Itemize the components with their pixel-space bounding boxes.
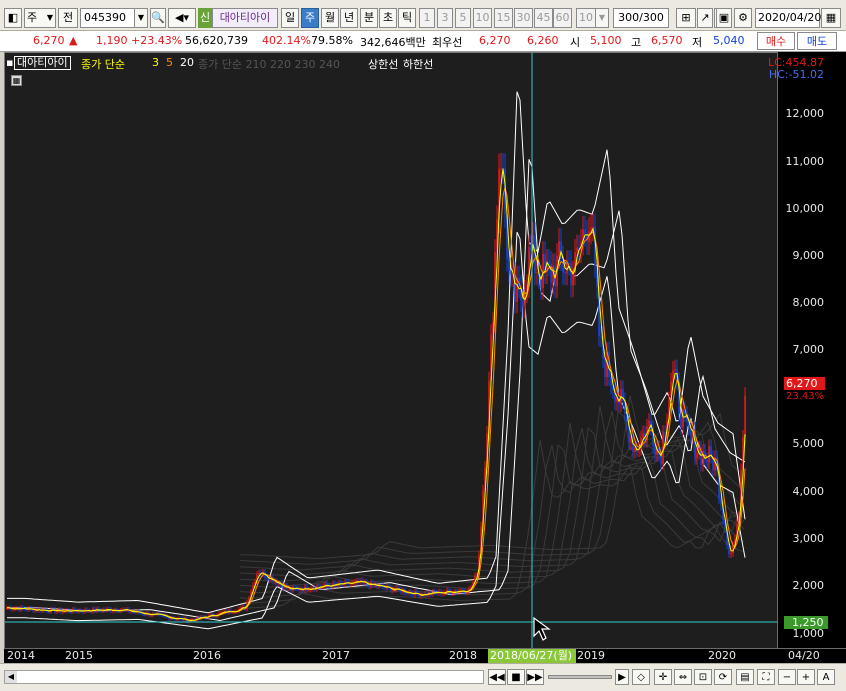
candle-body <box>572 272 574 286</box>
zoom-in-icon[interactable]: + <box>797 669 815 685</box>
candle-body <box>604 358 606 377</box>
upper-band-line <box>7 91 746 614</box>
candle-body <box>500 168 502 170</box>
price-axis-label: 5,000 <box>792 437 825 450</box>
candle-body <box>634 448 636 452</box>
candle-body <box>730 553 732 555</box>
price-axis-label: 7,000 <box>792 343 825 356</box>
zoom-fit-icon[interactable]: ◇ <box>632 669 650 685</box>
candle-body <box>706 459 708 463</box>
price-axis-label: 12,000 <box>785 107 825 120</box>
candle-body <box>150 615 152 617</box>
hc-label: HC:-51.02 <box>768 68 824 81</box>
candle-body <box>664 432 666 435</box>
legend-ma3: 3 <box>152 56 159 69</box>
candle-body <box>744 395 746 438</box>
rewind-icon[interactable]: ◀◀ <box>488 669 506 685</box>
scroll-track[interactable]: ◀ <box>4 670 484 684</box>
legend-upper: 상한선 <box>368 58 399 71</box>
cross-icon[interactable]: ✛ <box>654 669 672 685</box>
current-price-tag: 6,270 <box>784 377 825 390</box>
time-axis-label: 2018 <box>449 649 477 662</box>
snap-icon[interactable]: ⊡ <box>694 669 712 685</box>
time-axis-label: 2014 <box>7 649 35 662</box>
speed-slider[interactable] <box>548 675 612 679</box>
bottom-bar: ◀ ◀◀ ■ ▶▶ ▶ ◇ ✛ ⇔ ⊡ ⟳ ▤ ⛶ − + A <box>0 663 846 691</box>
legend-ma-long: 종가 단순 210 220 230 240 <box>198 58 340 71</box>
candle-body <box>648 420 650 427</box>
scroll-left-icon[interactable]: ◀ <box>5 671 17 683</box>
layout-icon[interactable]: ▤ <box>736 669 754 685</box>
time-axis-label: 2019 <box>577 649 605 662</box>
current-pct-tag: 23.43% <box>786 391 825 402</box>
ma5-line <box>6 187 746 622</box>
legend-lower: 하한선 <box>403 58 434 71</box>
candle-body <box>558 241 560 256</box>
fullscreen-icon[interactable]: ⛶ <box>757 669 775 685</box>
price-axis-label: 8,000 <box>792 296 825 309</box>
ma20-line <box>7 159 746 622</box>
legend-ma20: 20 <box>180 56 194 69</box>
candle-body <box>570 262 572 286</box>
candle-body <box>536 272 538 274</box>
candle-body <box>130 611 132 613</box>
time-axis-label: 2017 <box>322 649 350 662</box>
candle-body <box>654 446 656 456</box>
legend-stock-name: 대아티아이 <box>14 56 71 70</box>
time-axis-label: 2020 <box>708 649 736 662</box>
candle-body <box>680 413 682 428</box>
time-axis-label: 2015 <box>65 649 93 662</box>
time-axis-label: 2016 <box>193 649 221 662</box>
mouse-pointer-icon <box>533 616 551 641</box>
move-icon[interactable]: ⇔ <box>674 669 692 685</box>
price-axis-label: 9,000 <box>792 249 825 262</box>
price-axis-label: 11,000 <box>785 155 825 168</box>
candle-body <box>406 592 408 594</box>
candle-body <box>308 589 310 591</box>
stop-icon[interactable]: ■ <box>507 669 525 685</box>
candle-body <box>708 446 710 463</box>
long-ma-line <box>239 444 745 599</box>
candle-body <box>576 247 578 252</box>
candle-body <box>584 229 586 234</box>
reset-icon[interactable]: ⟳ <box>714 669 732 685</box>
right-date-label: 04/20 <box>788 649 820 662</box>
price-chart-svg <box>5 53 777 648</box>
legend-ma5: 5 <box>166 56 173 69</box>
cursor-price-tag: 1,250 <box>784 616 828 629</box>
zoom-out-icon[interactable]: − <box>778 669 796 685</box>
legend-marker: ▪ <box>6 56 14 69</box>
ma3-line <box>6 168 746 622</box>
candle-body <box>600 336 602 338</box>
candle-body <box>642 433 644 438</box>
price-axis-label: 2,000 <box>792 579 825 592</box>
price-axis-label: 10,000 <box>785 202 825 215</box>
candle-body <box>548 261 550 264</box>
grid-toggle-icon[interactable]: ▦ <box>11 75 22 86</box>
long-ma-line <box>239 445 745 605</box>
candle-body <box>258 572 260 575</box>
candle-body <box>232 612 234 614</box>
price-axis-label: 3,000 <box>792 532 825 545</box>
legend-ma-label: 종가 단순 <box>81 58 125 71</box>
candle-body <box>564 272 566 274</box>
candle-body <box>696 453 698 459</box>
cursor-date-tag: 2018/06/27(월) <box>488 649 576 663</box>
candle-body <box>508 259 510 270</box>
candle-body <box>674 368 676 371</box>
price-axis-label: 4,000 <box>792 485 825 498</box>
forward-icon[interactable]: ▶▶ <box>526 669 544 685</box>
candle-body <box>522 300 524 307</box>
candle-body <box>70 611 72 613</box>
scroll-right-icon[interactable]: ▶ <box>615 669 629 685</box>
auto-scale-icon[interactable]: A <box>817 669 835 685</box>
